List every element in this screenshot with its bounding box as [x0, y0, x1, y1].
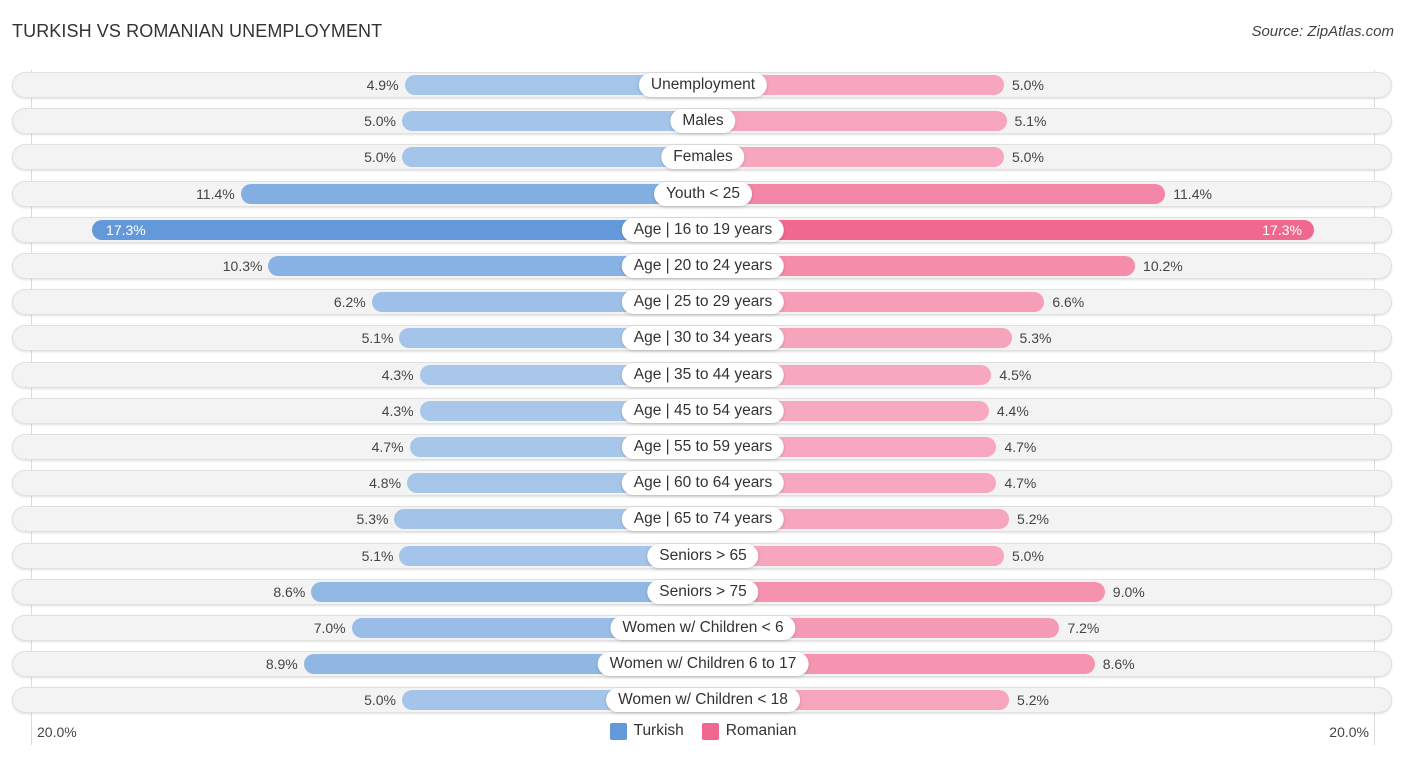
value-label-romanian: 17.3%	[1262, 221, 1302, 238]
category-label: Age | 30 to 34 years	[621, 326, 785, 351]
value-label-romanian: 5.2%	[1017, 692, 1049, 709]
bar-turkish[interactable]	[92, 219, 703, 240]
bar-romanian[interactable]	[703, 219, 1314, 240]
category-label: Males	[670, 109, 736, 134]
value-label-romanian: 5.0%	[1012, 77, 1044, 93]
category-label: Age | 35 to 44 years	[621, 362, 785, 387]
value-label-romanian: 5.0%	[1012, 149, 1044, 166]
legend-swatch-romanian	[701, 722, 719, 740]
category-label: Age | 20 to 24 years	[621, 254, 785, 278]
category-label: Age | 60 to 64 years	[621, 471, 785, 496]
value-label-romanian: 5.1%	[1014, 113, 1047, 130]
value-label-romanian: 5.0%	[1012, 547, 1044, 564]
value-label-turkish: 6.2%	[333, 294, 366, 311]
legend-label-romanian: Romanian	[725, 722, 797, 739]
category-label: Seniors > 75	[647, 579, 759, 604]
value-label-romanian: 4.7%	[1004, 439, 1037, 455]
value-label-romanian: 9.0%	[1112, 583, 1145, 600]
category-label: Women w/ Children 6 to 17	[597, 652, 809, 677]
category-label: Unemployment	[638, 73, 768, 97]
value-label-romanian: 4.5%	[999, 366, 1032, 383]
value-label-turkish: 8.9%	[265, 656, 298, 673]
bar-romanian[interactable]	[703, 111, 1007, 132]
bar-romanian[interactable]	[703, 183, 1166, 204]
value-label-romanian: 4.7%	[1004, 475, 1037, 492]
value-label-turkish: 17.3%	[106, 221, 146, 238]
value-label-turkish: 5.1%	[361, 547, 394, 564]
value-label-turkish: 5.0%	[364, 113, 396, 130]
legend-swatch-turkish	[609, 722, 627, 740]
value-label-turkish: 4.3%	[381, 402, 414, 419]
category-label: Seniors > 65	[647, 543, 759, 568]
bar-turkish[interactable]	[402, 147, 703, 168]
category-label: Age | 55 to 59 years	[621, 435, 785, 459]
legend: Turkish Romanian	[0, 722, 1406, 740]
value-label-romanian: 5.3%	[1019, 330, 1052, 347]
value-label-romanian: 10.2%	[1143, 258, 1183, 274]
value-label-romanian: 8.6%	[1102, 656, 1135, 673]
category-label: Females	[661, 145, 745, 170]
category-label: Women w/ Children < 18	[606, 688, 800, 713]
category-label: Age | 45 to 54 years	[621, 398, 785, 423]
bar-turkish[interactable]	[240, 183, 703, 204]
bar-turkish[interactable]	[402, 111, 703, 132]
value-label-romanian: 5.2%	[1017, 511, 1049, 528]
value-label-turkish: 4.7%	[371, 439, 404, 455]
value-label-turkish: 4.3%	[381, 366, 414, 383]
value-label-turkish: 5.0%	[364, 692, 396, 709]
value-label-romanian: 6.6%	[1052, 294, 1085, 311]
value-label-romanian: 7.2%	[1067, 620, 1100, 636]
category-label: Age | 65 to 74 years	[621, 507, 785, 532]
value-label-turkish: 5.3%	[356, 511, 389, 528]
bar-romanian[interactable]	[703, 147, 1004, 168]
value-label-turkish: 5.0%	[364, 149, 396, 166]
value-label-turkish: 7.0%	[313, 620, 346, 636]
legend-item-turkish[interactable]: Turkish	[609, 722, 684, 740]
category-label: Age | 25 to 29 years	[621, 290, 785, 315]
bar-turkish[interactable]	[311, 581, 703, 602]
legend-label-turkish: Turkish	[633, 722, 684, 739]
bar-romanian[interactable]	[703, 581, 1105, 602]
value-label-turkish: 5.1%	[361, 330, 394, 347]
category-label: Age | 16 to 19 years	[621, 217, 785, 242]
legend-item-romanian[interactable]: Romanian	[701, 722, 797, 740]
category-label: Youth < 25	[654, 181, 752, 206]
value-label-turkish: 10.3%	[222, 258, 263, 274]
value-label-romanian: 4.4%	[996, 402, 1029, 419]
value-label-turkish: 8.6%	[273, 583, 306, 600]
chart-area: 4.9% 5.0% Unemployment 5.0% 5.1% Males 5.0% 5.0…	[0, 0, 1406, 757]
value-label-romanian: 11.4%	[1173, 185, 1212, 202]
value-label-turkish: 4.8%	[369, 475, 402, 492]
value-label-turkish: 11.4%	[196, 185, 235, 202]
value-label-turkish: 4.9%	[366, 77, 399, 93]
category-label: Women w/ Children < 6	[610, 616, 796, 640]
